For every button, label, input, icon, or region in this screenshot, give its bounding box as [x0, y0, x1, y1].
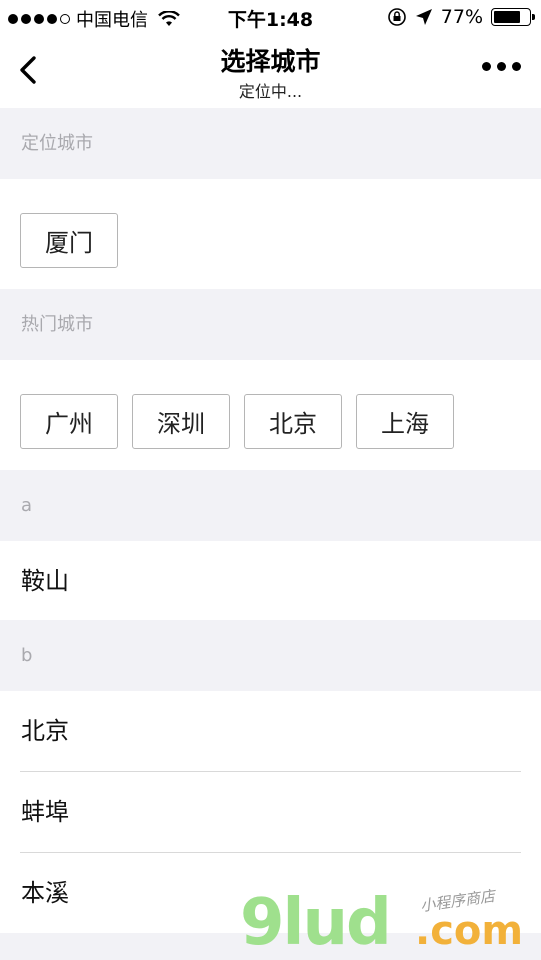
battery-fill: [494, 11, 521, 23]
status-right: 77%: [387, 6, 535, 28]
city-list-item[interactable]: 北京: [0, 691, 541, 771]
hot-city-chip[interactable]: 北京: [244, 394, 342, 449]
located-city-header: 定位城市: [0, 108, 541, 179]
located-city-chip[interactable]: 厦门: [20, 213, 118, 268]
city-list-item[interactable]: 鞍山: [0, 541, 541, 621]
letter-header-b: b: [0, 620, 541, 691]
watermark: 9lud .com 小程序商店: [240, 886, 540, 960]
hot-city-chip[interactable]: 深圳: [132, 394, 230, 449]
hot-cities-header: 热门城市: [0, 289, 541, 360]
letter-header-a: a: [0, 470, 541, 541]
battery-percent: 77%: [440, 6, 483, 28]
page-title: 选择城市: [220, 47, 321, 76]
page-subtitle: 定位中...: [238, 82, 303, 101]
more-button[interactable]: [482, 62, 521, 71]
battery-icon: [491, 8, 535, 26]
hot-city-chips: 广州 深圳 北京 上海: [20, 394, 454, 449]
hot-city-chip[interactable]: 上海: [356, 394, 454, 449]
nav-bar: 选择城市 定位中...: [0, 36, 541, 108]
orientation-lock-icon: [387, 8, 406, 26]
more-dot: [497, 62, 506, 71]
hot-city-chip[interactable]: 广州: [20, 394, 118, 449]
more-dot: [512, 62, 521, 71]
watermark-brand: 9lud: [240, 886, 392, 960]
watermark-suffix: .com: [415, 908, 524, 954]
located-city-chips: 厦门: [20, 213, 118, 268]
city-list-item[interactable]: 蚌埠: [0, 772, 541, 852]
status-bar: 中国电信 下午1:48 77%: [0, 0, 541, 36]
page: 中国电信 下午1:48 77% 选择城市 定位中... 定位城市 厦门 热门城市…: [0, 0, 541, 960]
more-dot: [482, 62, 491, 71]
location-arrow-icon: [415, 9, 432, 25]
